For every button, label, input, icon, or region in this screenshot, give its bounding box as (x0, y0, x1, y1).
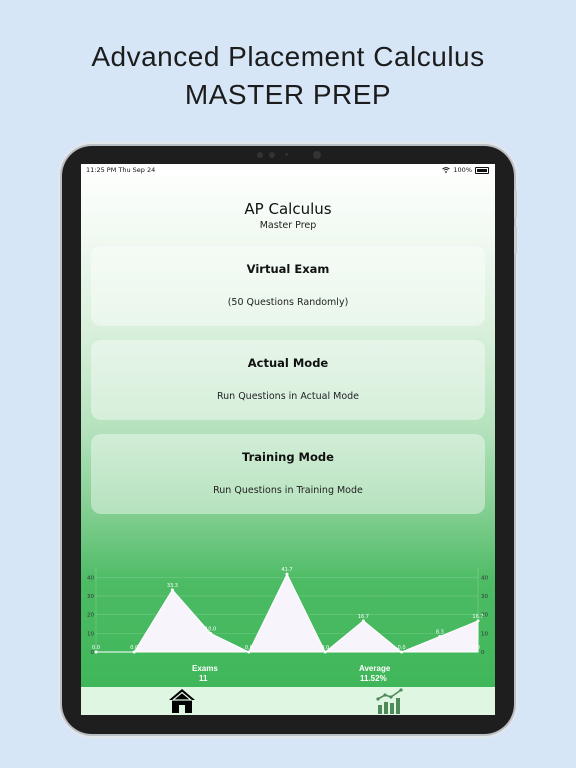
y-tick-label-right: 10 (481, 631, 488, 637)
headline-line-1: Advanced Placement Calculus (91, 41, 485, 72)
y-tick-label-right: 40 (481, 575, 488, 581)
average-label: Average (359, 664, 391, 673)
card-title: Actual Mode (247, 356, 329, 370)
data-label: 0.0 (321, 645, 329, 651)
home-icon (169, 689, 195, 713)
data-label: 10.0 (205, 626, 216, 632)
data-label: 16.7 (358, 614, 369, 620)
data-label: 0.0 (398, 645, 406, 651)
data-label: 0.0 (472, 645, 480, 651)
score-area (96, 573, 479, 653)
data-label: 16.7 (472, 614, 483, 620)
sensor-dot (269, 152, 275, 158)
card-title: Virtual Exam (246, 262, 330, 276)
tab-home[interactable] (162, 687, 202, 715)
status-time: 11:25 PM Thu Sep 24 (86, 166, 156, 174)
tab-statistics[interactable] (370, 687, 410, 715)
chart-icon (376, 688, 403, 714)
y-tick-label-left: 30 (87, 594, 94, 600)
status-bar: 11:25 PM Thu Sep 24 100% (81, 164, 495, 176)
camera-bar (255, 150, 325, 160)
app-title: AP Calculus (244, 200, 332, 218)
card-description: Run Questions in Training Mode (213, 485, 363, 496)
data-label: 0.0 (245, 645, 253, 651)
stats-row: Exams 11 Average 11.52% (81, 664, 495, 686)
card-title: Training Mode (242, 450, 334, 464)
data-label: 8.3 (436, 630, 444, 636)
status-right: 100% (442, 166, 489, 174)
virtual-exam-button[interactable]: Virtual Exam (50 Questions Randomly) (91, 246, 485, 326)
sensor-dot (285, 153, 288, 156)
camera-icon (313, 151, 321, 159)
volume-button (514, 190, 517, 218)
y-tick-label-right: 0 (481, 650, 485, 656)
app-screen: 11:25 PM Thu Sep 24 100% AP Calculus Mas… (81, 164, 495, 715)
average-value: 11.52% (360, 674, 387, 683)
data-label: 33.3 (167, 583, 178, 589)
actual-mode-button[interactable]: Actual Mode Run Questions in Actual Mode (91, 340, 485, 420)
y-tick-label-left: 40 (87, 575, 94, 581)
y-tick-label-left: 10 (87, 631, 94, 637)
card-description: (50 Questions Randomly) (227, 297, 349, 308)
exams-value: 11 (199, 674, 208, 683)
headline-line-2: MASTER PREP (184, 79, 392, 110)
y-tick-label-right: 30 (481, 594, 488, 600)
app-subtitle: Master Prep (259, 220, 317, 231)
exam-score-chart: 0 010 1020 2030 3040 400.0 0.033.310.00.041.70… (87, 567, 488, 656)
tab-bar (81, 687, 495, 715)
card-description: Run Questions in Actual Mode (216, 391, 360, 402)
volume-button-2 (514, 226, 517, 254)
battery-icon (475, 166, 489, 174)
y-tick-label-left: 20 (87, 613, 94, 619)
data-label: 0.0 (130, 645, 138, 651)
data-label: 0.0 (92, 645, 100, 651)
sensor-dot (257, 152, 263, 158)
training-mode-button[interactable]: Training Mode Run Questions in Training … (91, 434, 485, 514)
headline: Advanced Placement Calculus MASTER PREP (0, 38, 576, 114)
wifi-icon (442, 167, 451, 173)
battery-percent: 100% (453, 166, 472, 174)
data-label: 41.7 (281, 567, 292, 573)
exams-label: Exams (192, 664, 218, 673)
